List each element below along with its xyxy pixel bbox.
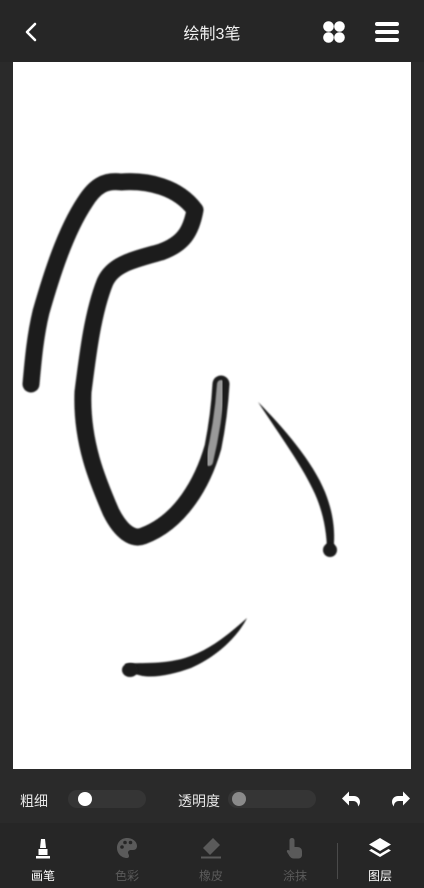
four-dots-icon — [323, 21, 345, 43]
opacity-slider-knob[interactable] — [232, 792, 246, 806]
canvas-drawing — [22, 173, 337, 677]
tool-smudge[interactable]: 涂抹 — [260, 831, 330, 888]
tool-eraser-label: 橡皮 — [198, 869, 223, 883]
hamburger-menu-icon — [375, 22, 399, 42]
eraser-icon — [201, 838, 221, 859]
redo-icon — [392, 791, 410, 807]
tool-color-label: 色彩 — [114, 869, 139, 883]
brush-stroke-end — [323, 543, 337, 557]
tool-layers[interactable]: 图层 — [345, 831, 415, 888]
top-bar: 绘制3笔 — [0, 0, 424, 62]
tool-brush-label: 画笔 — [30, 869, 55, 883]
undo-icon — [342, 791, 360, 807]
brush-icon — [36, 839, 50, 859]
brush-stroke — [258, 402, 335, 552]
undo-button[interactable] — [340, 787, 364, 811]
layers-icon — [369, 838, 391, 857]
page-title: 绘制3笔 — [183, 26, 241, 43]
opacity-slider[interactable] — [228, 790, 316, 808]
tool-layers-label: 图层 — [367, 869, 392, 883]
opacity-label: 透明度 — [178, 793, 220, 809]
chevron-left-icon — [25, 22, 37, 42]
thickness-slider-knob[interactable] — [78, 792, 92, 806]
tool-bar: 画笔 色彩 橡皮 涂抹 图层 — [0, 823, 424, 888]
palette-icon — [117, 838, 137, 858]
brush-stroke — [125, 618, 247, 677]
smudge-finger-icon — [286, 838, 302, 859]
redo-button[interactable] — [388, 787, 412, 811]
thickness-slider[interactable] — [68, 790, 146, 808]
drawing-canvas[interactable] — [13, 62, 411, 769]
brush-controls: 粗细 透明度 — [0, 775, 424, 823]
back-button[interactable] — [18, 18, 46, 46]
tool-eraser[interactable]: 橡皮 — [176, 831, 246, 888]
menu-button[interactable] — [373, 20, 401, 44]
toolbar-divider — [337, 843, 338, 879]
tool-color[interactable]: 色彩 — [92, 831, 162, 888]
brush-stroke — [22, 173, 230, 546]
tool-brush[interactable]: 画笔 — [8, 831, 78, 888]
grid-button[interactable] — [320, 18, 348, 46]
brush-stroke-end — [122, 663, 138, 677]
thickness-label: 粗细 — [20, 793, 48, 809]
tool-smudge-label: 涂抹 — [282, 869, 307, 883]
